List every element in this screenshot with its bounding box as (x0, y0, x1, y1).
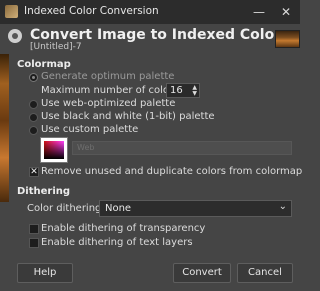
decrement-arrow-icon[interactable]: ▼ (192, 91, 197, 97)
palette-preview-button[interactable] (40, 137, 68, 163)
cancel-button[interactable]: Cancel (237, 263, 293, 283)
app-icon (5, 5, 18, 18)
color-dithering-value: None (105, 203, 132, 214)
dither-transparency-checkbox[interactable] (29, 224, 39, 234)
max-colors-spinbox[interactable]: 16 ▲ ▼ (166, 83, 200, 98)
title-bar: Indexed Color Conversion — ✕ (0, 0, 300, 24)
image-thumbnail (275, 30, 300, 48)
max-colors-label: Maximum number of colors: (41, 85, 182, 96)
chevron-down-icon: ⌄ (278, 201, 287, 212)
help-button[interactable]: Help (17, 263, 73, 283)
custom-palette-radio[interactable] (29, 126, 38, 135)
palette-name-field: Web (72, 141, 292, 155)
max-colors-value: 16 (170, 85, 183, 96)
background-image-strip (0, 54, 9, 202)
dialog-title: Convert Image to Indexed Colors (30, 27, 290, 43)
dithering-section-label: Dithering (17, 186, 71, 197)
convert-button[interactable]: Convert (173, 263, 231, 283)
window-title: Indexed Color Conversion (24, 5, 159, 17)
color-dithering-label: Color dithering: (27, 203, 105, 214)
dither-transparency-label: Enable dithering of transparency (41, 223, 206, 234)
close-button[interactable]: ✕ (273, 2, 299, 22)
black-white-label: Use black and white (1-bit) palette (41, 111, 215, 122)
web-optimized-label: Use web-optimized palette (41, 98, 176, 109)
custom-palette-label: Use custom palette (41, 124, 139, 135)
remove-unused-checkbox[interactable]: ✕ (29, 167, 39, 177)
minimize-button[interactable]: — (246, 2, 272, 22)
remove-unused-label: Remove unused and duplicate colors from … (41, 166, 303, 177)
generate-optimum-label: Generate optimum palette (41, 71, 175, 82)
black-white-radio[interactable] (29, 113, 38, 122)
dither-text-layers-checkbox[interactable] (29, 238, 39, 248)
dither-text-layers-label: Enable dithering of text layers (41, 237, 193, 248)
convert-gear-icon (8, 29, 22, 43)
dialog-header: Convert Image to Indexed Colors [Untitle… (0, 24, 300, 54)
palette-gradient-icon (44, 141, 64, 159)
colormap-section-label: Colormap (17, 59, 71, 70)
color-dithering-dropdown[interactable]: None ⌄ (99, 200, 292, 217)
generate-optimum-radio[interactable] (29, 73, 38, 82)
web-optimized-radio[interactable] (29, 100, 38, 109)
image-name: [Untitled]-7 (30, 42, 82, 52)
